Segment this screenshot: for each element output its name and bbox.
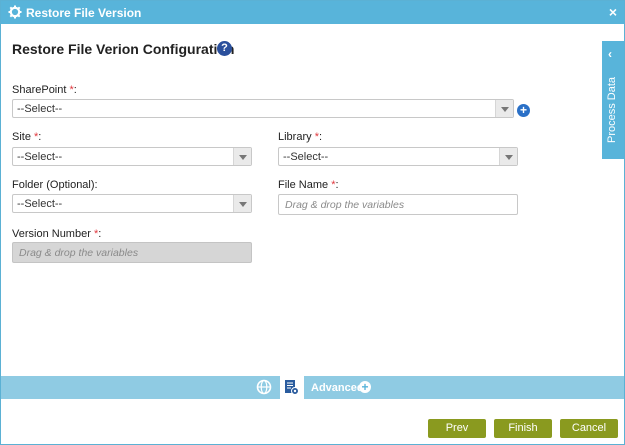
dialog-titlebar: Restore File Version × (1, 1, 624, 24)
advanced-add-icon[interactable]: + (359, 381, 371, 393)
chevron-down-icon[interactable] (233, 195, 251, 212)
version-number-input[interactable]: Drag & drop the variables (12, 242, 252, 263)
chevron-down-icon[interactable] (495, 100, 513, 117)
folder-select-value: --Select-- (17, 198, 63, 210)
process-data-label: Process Data (606, 76, 618, 143)
add-sharepoint-icon[interactable]: + (517, 104, 530, 117)
dialog-content: Restore File Verion Configuration ? Shar… (1, 24, 624, 376)
folder-select[interactable]: --Select-- (12, 194, 252, 213)
settings-document-icon (285, 380, 299, 395)
cancel-button[interactable]: Cancel (560, 419, 618, 438)
site-select-value: --Select-- (17, 151, 63, 163)
advanced-settings-tab[interactable] (280, 376, 304, 399)
help-icon[interactable]: ? (217, 41, 232, 56)
chevron-down-icon[interactable] (499, 148, 517, 165)
site-select[interactable]: --Select-- (12, 147, 252, 166)
file-name-input[interactable]: Drag & drop the variables (278, 194, 518, 215)
site-label: Site *: (12, 131, 42, 143)
chevron-left-icon[interactable]: ‹ (608, 47, 612, 61)
version-number-placeholder: Drag & drop the variables (19, 247, 139, 259)
version-number-label: Version Number *: (12, 228, 102, 240)
globe-icon[interactable] (256, 379, 272, 395)
sharepoint-select-value: --Select-- (17, 103, 63, 115)
file-name-label: File Name *: (278, 179, 339, 191)
prev-button[interactable]: Prev (428, 419, 486, 438)
restore-file-version-dialog: Restore File Version × Restore File Veri… (0, 0, 625, 445)
dialog-footer: Prev Finish Cancel (1, 399, 624, 444)
file-name-placeholder: Drag & drop the variables (285, 199, 405, 211)
advanced-label[interactable]: Advanced (311, 382, 364, 394)
sharepoint-label: SharePoint *: (12, 84, 77, 96)
process-data-tab[interactable]: ‹ Process Data (602, 41, 624, 159)
page-title: Restore File Verion Configuration (12, 41, 235, 57)
sharepoint-select[interactable]: --Select-- (12, 99, 514, 118)
library-select-value: --Select-- (283, 151, 329, 163)
chevron-down-icon[interactable] (233, 148, 251, 165)
library-select[interactable]: --Select-- (278, 147, 518, 166)
library-label: Library *: (278, 131, 323, 143)
gear-icon (8, 5, 22, 19)
finish-button[interactable]: Finish (494, 419, 552, 438)
advanced-bar: Advanced + (1, 376, 624, 399)
dialog-title: Restore File Version (26, 6, 142, 20)
folder-label: Folder (Optional): (12, 179, 98, 191)
close-icon[interactable]: × (609, 4, 617, 20)
